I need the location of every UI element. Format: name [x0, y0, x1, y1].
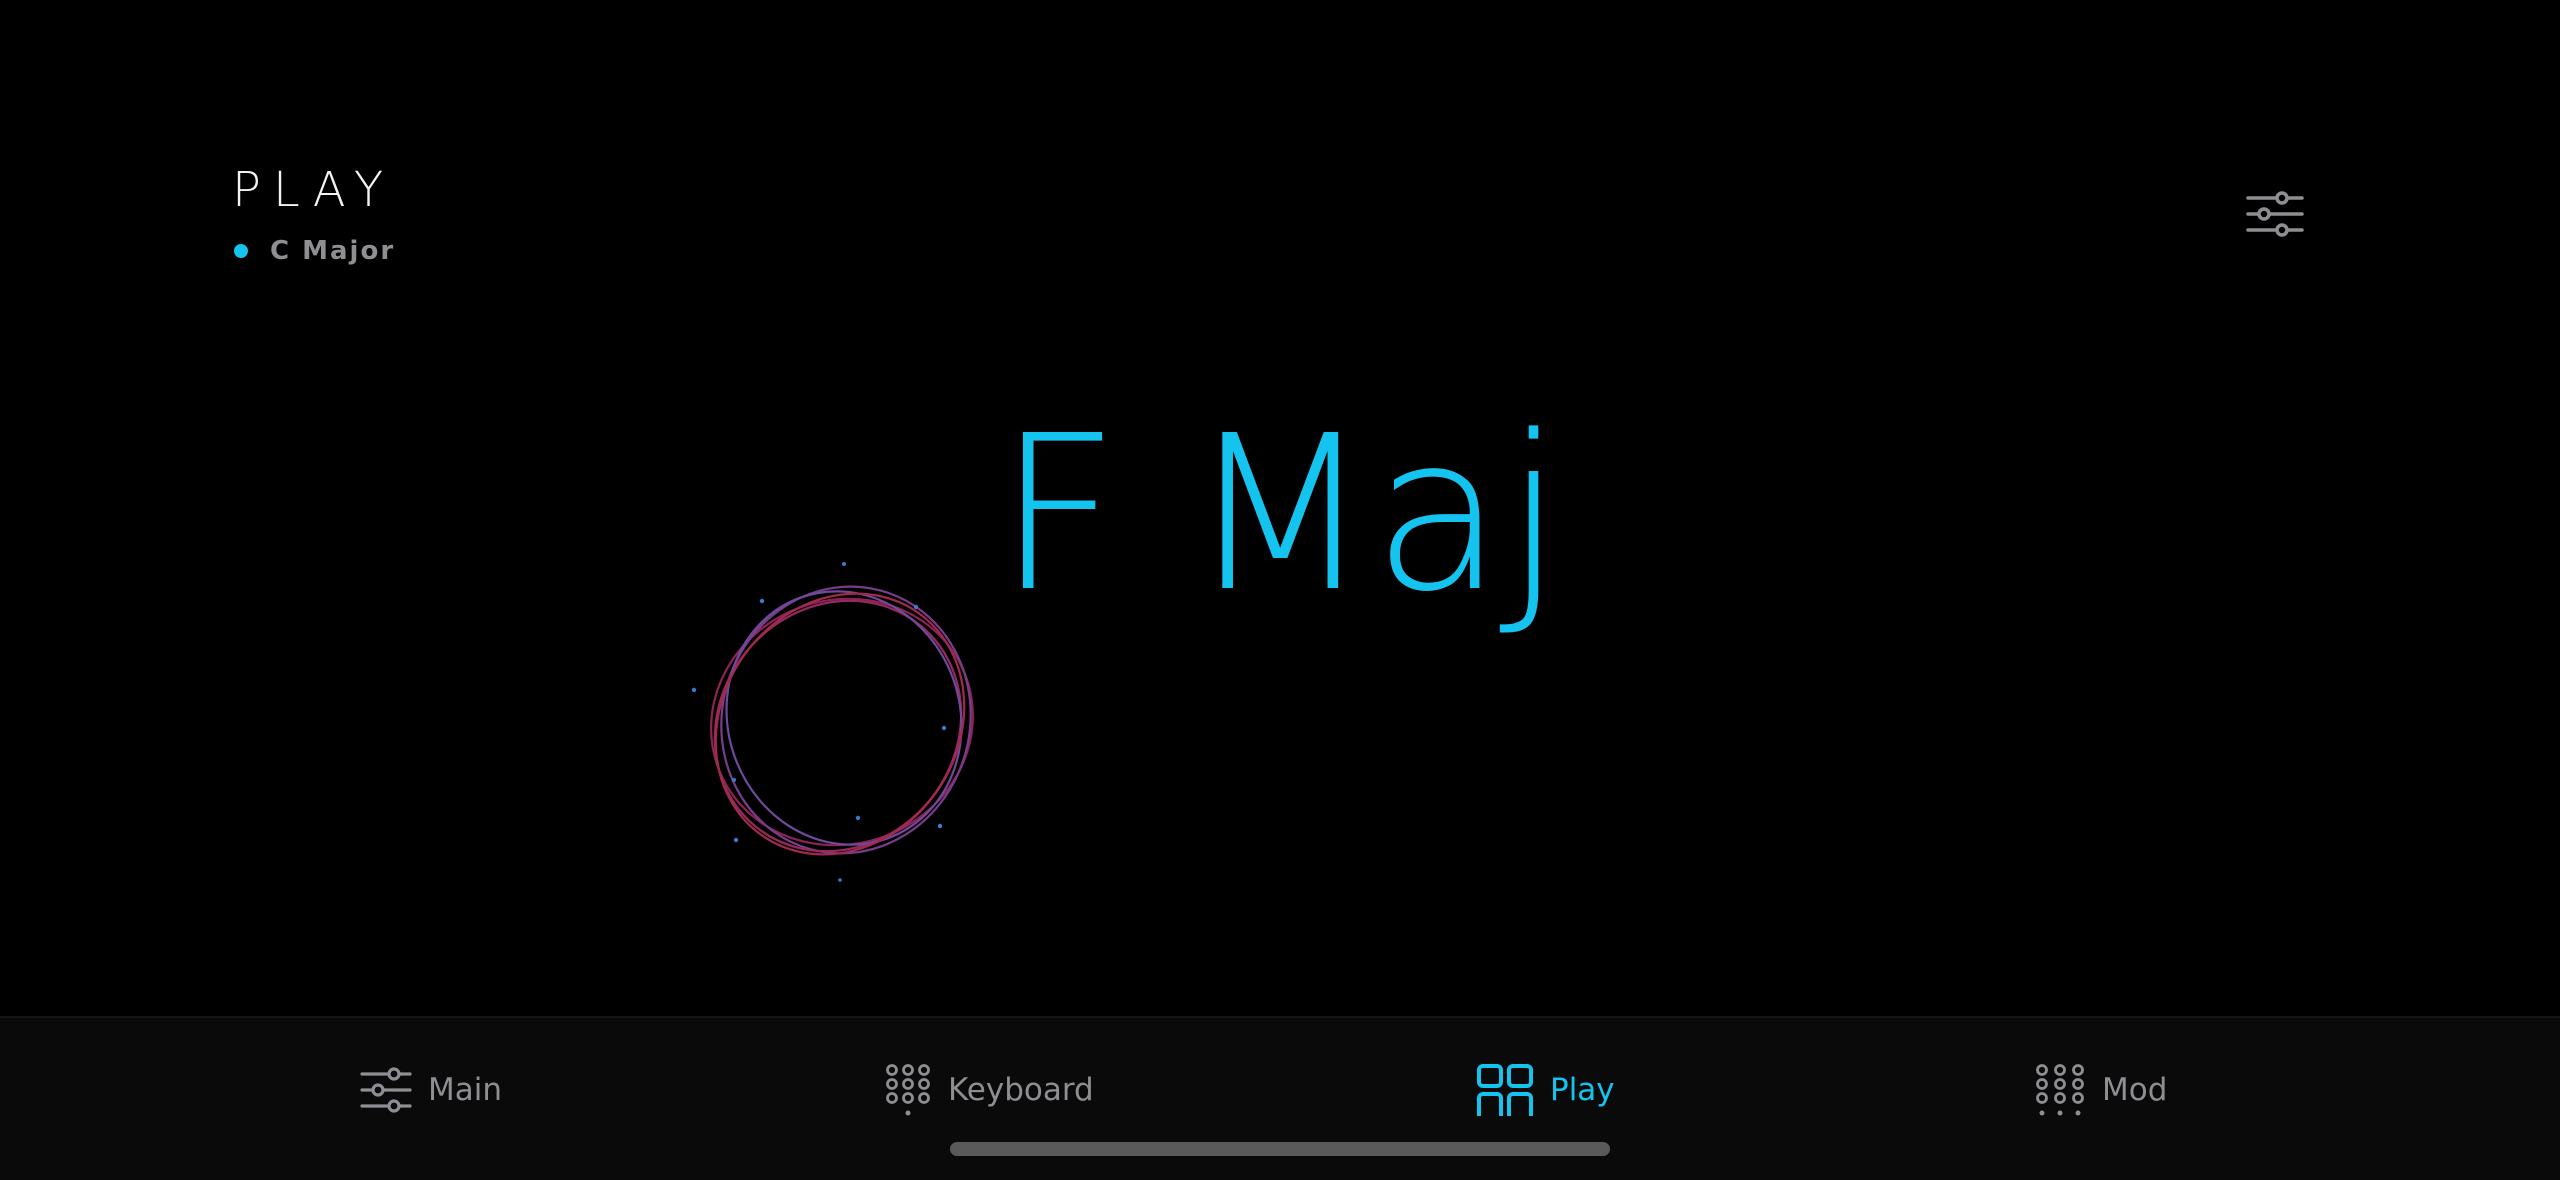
chord-name: F Maj [996, 390, 1564, 639]
scale-status-dot [234, 244, 248, 258]
tab-mod-label: Mod [2102, 1072, 2168, 1108]
sliders-icon [2246, 191, 2304, 237]
tab-play-label: Play [1550, 1072, 1615, 1108]
tab-keyboard-label: Keyboard [948, 1072, 1094, 1108]
scale-indicator[interactable]: C Major [232, 236, 395, 266]
sliders-icon [360, 1067, 412, 1113]
dots-grid-icon [2036, 1064, 2084, 1116]
tab-main-label: Main [428, 1072, 503, 1108]
tab-play[interactable]: Play [1476, 1060, 1615, 1120]
audio-orb-visualizer[interactable] [680, 550, 1000, 890]
page-header: PLAY C Major [232, 166, 395, 266]
page-title: PLAY [232, 162, 396, 218]
settings-button[interactable] [2240, 186, 2310, 246]
pads-grid-icon [1477, 1064, 1533, 1116]
keypad-grid-icon [886, 1064, 930, 1116]
tab-main[interactable]: Main [360, 1060, 502, 1120]
tab-mod[interactable]: Mod [2034, 1060, 2167, 1120]
scale-label: C Major [270, 236, 396, 266]
home-indicator[interactable] [950, 1142, 1610, 1156]
tab-keyboard[interactable]: Keyboard [884, 1060, 1094, 1120]
